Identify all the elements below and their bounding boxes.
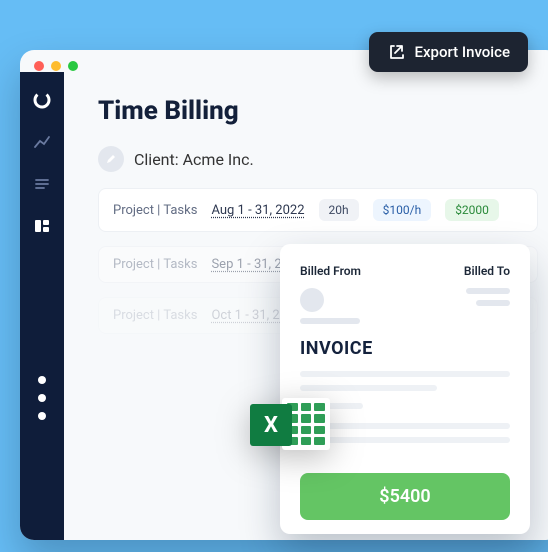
- excel-icon[interactable]: X: [250, 392, 330, 456]
- export-invoice-button[interactable]: Export Invoice: [369, 32, 528, 72]
- invoice-total-button[interactable]: $5400: [300, 473, 510, 520]
- hours-pill: 20h: [319, 199, 359, 221]
- list-icon[interactable]: [32, 174, 52, 194]
- page-title: Time Billing: [98, 96, 548, 126]
- export-label: Export Invoice: [415, 43, 510, 61]
- minimize-window-icon[interactable]: [51, 61, 61, 71]
- client-row: Client: Acme Inc.: [98, 146, 548, 172]
- project-label: Project | Tasks: [113, 308, 197, 323]
- invoice-title: INVOICE: [300, 338, 510, 359]
- excel-x-glyph: X: [250, 404, 292, 446]
- total-pill: $2000: [445, 199, 499, 221]
- sidebar: [20, 72, 64, 540]
- logo-icon[interactable]: [32, 90, 52, 110]
- edit-icon[interactable]: [98, 146, 124, 172]
- billed-from-label: Billed From: [300, 264, 361, 278]
- rate-pill: $100/h: [373, 199, 432, 221]
- billed-from-placeholder: [300, 288, 360, 324]
- billing-row[interactable]: Project | Tasks Aug 1 - 31, 2022 20h $10…: [98, 188, 538, 232]
- billed-to-placeholder: [466, 288, 510, 324]
- project-label: Project | Tasks: [113, 257, 197, 272]
- maximize-window-icon[interactable]: [68, 61, 78, 71]
- invoice-lines-placeholder: [300, 371, 510, 443]
- sidebar-more-icon[interactable]: [38, 376, 46, 420]
- billing-icon[interactable]: [32, 216, 52, 236]
- project-label: Project | Tasks: [113, 203, 197, 218]
- analytics-icon[interactable]: [32, 132, 52, 152]
- export-icon: [387, 43, 405, 61]
- billed-to-label: Billed To: [464, 264, 510, 278]
- date-range[interactable]: Aug 1 - 31, 2022: [211, 203, 304, 218]
- invoice-preview: Billed From Billed To INVOICE $5400: [280, 244, 530, 534]
- close-window-icon[interactable]: [34, 61, 44, 71]
- client-label: Client: Acme Inc.: [134, 150, 254, 169]
